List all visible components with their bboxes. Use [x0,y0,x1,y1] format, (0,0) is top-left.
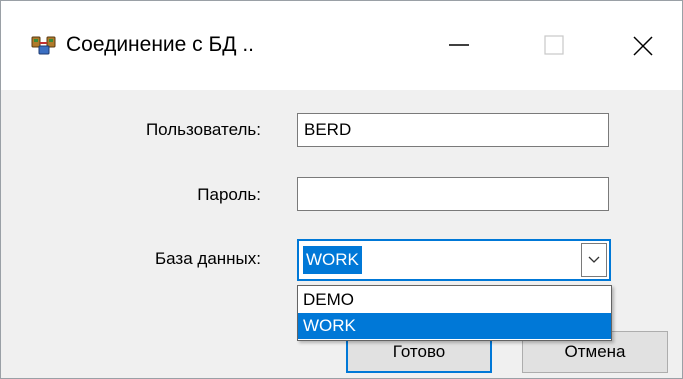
database-combobox[interactable]: WORK [297,239,611,281]
maximize-button[interactable] [525,19,585,71]
dropdown-toggle[interactable] [581,243,607,277]
title-bar[interactable]: Соединение с БД .. [1,1,682,90]
minimize-button[interactable] [429,19,489,71]
database-dropdown-list: DEMO WORK [297,285,612,341]
dropdown-option-work[interactable]: WORK [298,313,611,339]
dropdown-option-demo[interactable]: DEMO [298,287,611,313]
database-label: База данных: [155,249,261,268]
close-button[interactable] [613,19,673,71]
window-title: Соединение с БД .. [66,33,255,56]
connection-dialog: Соединение с БД .. Пользователь: BERD Па… [0,0,683,379]
user-input[interactable]: BERD [297,113,609,147]
database-connection-icon [31,34,57,56]
user-label: Пользователь: [145,120,261,139]
database-selected-value: WORK [303,246,362,274]
password-input[interactable] [297,177,609,211]
password-label: Пароль: [197,185,261,204]
